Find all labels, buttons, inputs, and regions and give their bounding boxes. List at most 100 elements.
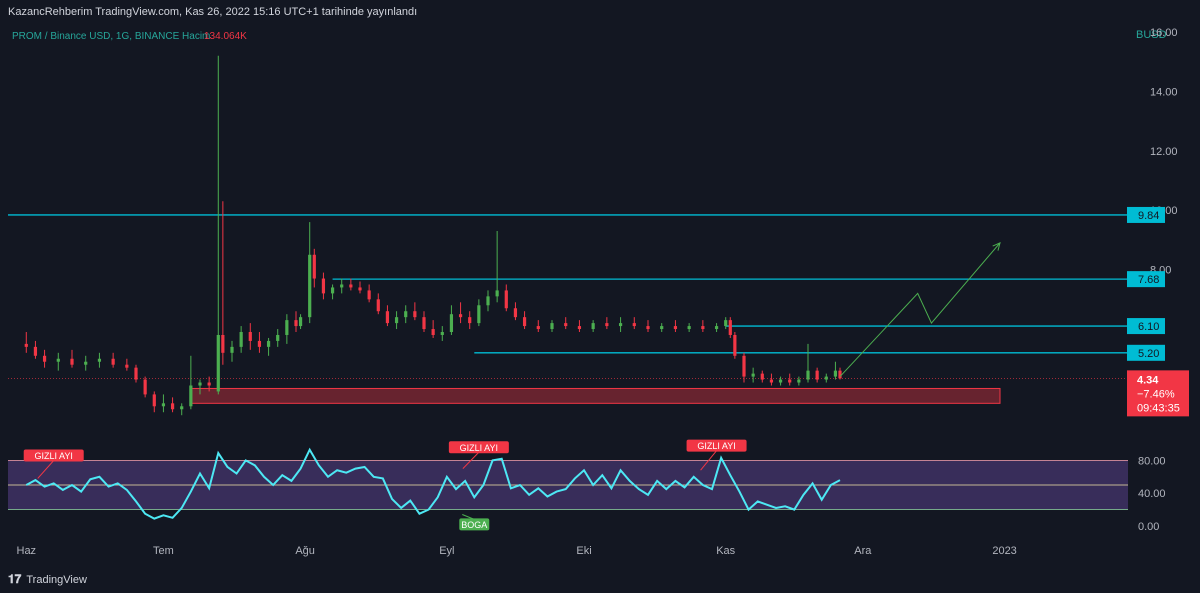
candle-body <box>248 332 252 341</box>
candle-body <box>742 355 746 377</box>
support-zone <box>190 387 1001 404</box>
candle-body <box>550 323 554 330</box>
candle-body <box>33 346 38 356</box>
candle-body <box>207 382 211 386</box>
level-price-label: 9.84 <box>1138 210 1159 222</box>
candle-body <box>70 358 74 365</box>
candle-body <box>276 334 280 341</box>
candle-body <box>216 334 220 392</box>
x-tick-label: Eyl <box>439 545 454 557</box>
candle-body <box>298 317 303 327</box>
candle-body <box>42 355 47 362</box>
chart-canvas[interactable]: PROM / Binance USD, 1G, BINANCE Hacim134… <box>0 26 1200 566</box>
candle-body <box>97 358 102 362</box>
candle-body <box>24 343 28 347</box>
x-tick-label: Ağu <box>295 545 315 557</box>
candle-body <box>340 284 344 288</box>
candle-body <box>838 370 842 379</box>
candle-body <box>125 364 129 368</box>
candle-body <box>660 326 664 330</box>
oscillator-tick-label: 40.00 <box>1138 488 1166 500</box>
candle-body <box>714 326 719 330</box>
oscillator-tick-label: 80.00 <box>1138 455 1166 467</box>
candle-body <box>733 334 737 356</box>
candle-body <box>84 361 88 365</box>
candle-body <box>394 317 399 324</box>
last-price-value: 4.34 <box>1137 374 1159 386</box>
candle-body <box>504 290 508 309</box>
last-price-change: −7.46% <box>1137 388 1175 400</box>
legend-symbol: PROM / Binance USD, 1G, BINANCE Hacim <box>12 31 210 42</box>
candle-body <box>788 379 792 383</box>
candle-body <box>239 332 243 347</box>
candle-body <box>701 326 705 330</box>
candle-body <box>632 323 636 327</box>
oscillator-tick-label: 0.00 <box>1138 521 1159 533</box>
candle-body <box>312 254 316 279</box>
x-tick-label: 2023 <box>992 545 1016 557</box>
candle-body <box>687 326 691 330</box>
x-tick-label: Eki <box>576 545 591 557</box>
tradingview-brand-label: TradingView <box>26 573 87 586</box>
candle-body <box>824 376 828 380</box>
candle-body <box>605 323 609 327</box>
candle-body <box>170 403 175 410</box>
candle-body <box>349 284 353 288</box>
chart-frame[interactable]: PROM / Binance USD, 1G, BINANCE Hacim 134… <box>0 26 1200 566</box>
annotation-label: GIZLI AYI <box>35 451 73 461</box>
candle-body <box>468 317 472 324</box>
candle-body <box>152 394 156 407</box>
candle-body <box>440 332 444 335</box>
candle-body <box>180 406 184 410</box>
bar-countdown: 09:43:35 <box>1137 402 1180 414</box>
candle-body <box>294 320 298 327</box>
tradingview-brand[interactable]: 𝟏𝟕 TradingView <box>8 572 87 587</box>
candle-body <box>591 323 595 330</box>
candle-body <box>536 326 540 330</box>
candle-body <box>522 317 527 327</box>
candle-body <box>477 305 481 324</box>
candle-body <box>198 382 202 386</box>
tradingview-logo-icon: 𝟏𝟕 <box>8 572 22 586</box>
candle-body <box>413 311 417 318</box>
candle-body <box>769 379 774 383</box>
candle-body <box>422 317 426 330</box>
candle-body <box>797 379 801 383</box>
candle-body <box>367 290 371 300</box>
candle-body <box>321 278 326 294</box>
candle-body <box>385 311 390 324</box>
candle-body <box>646 326 650 330</box>
level-price-label: 6.10 <box>1138 321 1159 333</box>
candle-body <box>724 320 728 327</box>
candle-body <box>751 373 755 377</box>
candle-body <box>358 287 362 291</box>
annotation-label: BOGA <box>461 520 487 530</box>
footer <box>0 566 1200 593</box>
candle-body <box>56 358 60 362</box>
candle-body <box>778 379 783 383</box>
candle-body <box>486 296 490 306</box>
candle-body <box>458 314 463 318</box>
candle-body <box>189 385 193 407</box>
candle-body <box>285 320 289 335</box>
candle-body <box>728 320 732 335</box>
candle-body <box>404 311 408 318</box>
candle-body <box>431 329 435 335</box>
annotation-label: GIZLI AYI <box>697 441 735 451</box>
candle-body <box>230 346 234 353</box>
candle-body <box>330 287 335 294</box>
candle-body <box>161 403 166 407</box>
level-price-label: 7.68 <box>1138 274 1159 286</box>
candle-body <box>815 370 819 380</box>
candle-body <box>266 340 271 347</box>
candle-body <box>495 290 499 297</box>
candle-body <box>577 326 582 330</box>
x-tick-label: Tem <box>153 545 174 557</box>
candle-body <box>806 370 810 380</box>
y-tick-label: 14.00 <box>1150 86 1178 98</box>
candle-body <box>134 367 138 380</box>
y-tick-label: 16.00 <box>1150 27 1178 39</box>
publish-header: KazancRehberim TradingView.com, Kas 26, … <box>0 0 1200 26</box>
candle-body <box>760 373 764 380</box>
y-tick-label: 12.00 <box>1150 146 1178 158</box>
